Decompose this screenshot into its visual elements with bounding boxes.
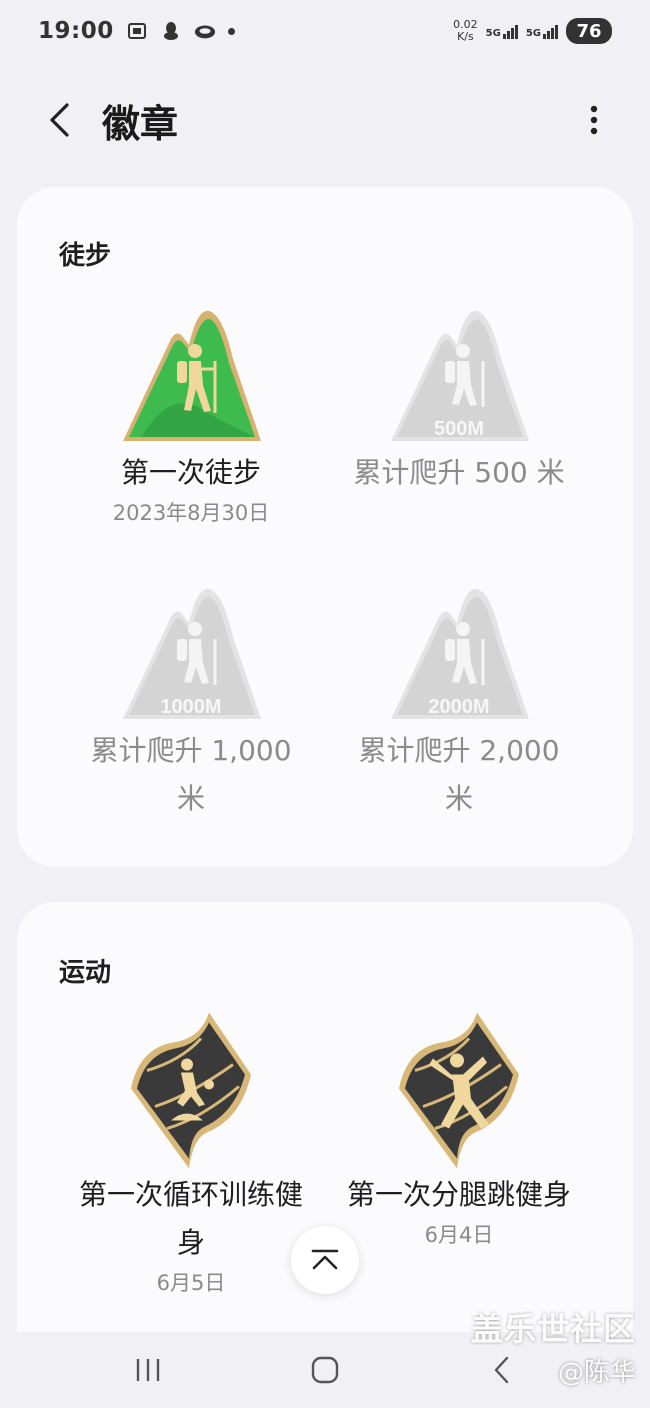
qq-icon xyxy=(160,20,182,42)
sim2-signal: 5G xyxy=(526,23,558,39)
back-arrow-icon xyxy=(494,1356,508,1384)
signal-bars-icon xyxy=(543,23,558,39)
chevron-up-icon xyxy=(311,1249,339,1270)
badge-name-line2: 米 xyxy=(176,782,205,815)
badge-name-line2: 米 xyxy=(444,782,473,815)
badge-first-split-jump[interactable]: 第一次分腿跳健身 6月4日 xyxy=(309,1006,609,1251)
hiking-badge-locked-icon: 1000M xyxy=(123,588,261,719)
badge-climb-1000[interactable]: 1000M 累计爬升 1,000 米 xyxy=(41,577,341,823)
badge-name: 累计爬升 500 米 xyxy=(353,456,565,489)
workout-badge-dark-icon xyxy=(399,1012,519,1169)
more-options-button[interactable] xyxy=(574,96,614,144)
badge-name-line1: 累计爬升 1,000 xyxy=(90,734,292,767)
badge-art-label: 500M xyxy=(434,418,484,440)
badge-name-line1: 第一次循环训练健 xyxy=(78,1178,303,1211)
page-title: 徽章 xyxy=(102,101,179,146)
badge-first-hike[interactable]: 第一次徒步 2023年8月30日 xyxy=(41,299,341,529)
badge-date: 2023年8月30日 xyxy=(112,501,270,525)
watermark-text: 盖乐世社区 xyxy=(470,1310,636,1348)
badge-art-label: 1000M xyxy=(160,696,221,718)
hiking-badge-green-icon xyxy=(123,310,261,441)
more-vertical-icon xyxy=(590,105,598,135)
screenshot-icon xyxy=(126,20,148,42)
net-speed-unit: K/s xyxy=(457,30,474,43)
hiking-badge-locked-icon: 500M xyxy=(391,310,529,441)
home-icon xyxy=(311,1356,339,1384)
badge-climb-500[interactable]: 500M 累计爬升 500 米 xyxy=(309,299,609,497)
hiking-badges-card: 徒步 第一次徒步 2023年8月30日 500M 累计爬升 500 米 1000… xyxy=(17,187,633,867)
app-header: 徽章 xyxy=(0,80,650,160)
badge-name: 第一次分腿跳健身 xyxy=(346,1178,571,1211)
home-button[interactable] xyxy=(290,1340,360,1400)
status-bar: 19:00 0.02 K/s 5G 5G 76 xyxy=(0,0,650,62)
recent-apps-button[interactable] xyxy=(113,1340,183,1400)
section-title-hiking: 徒步 xyxy=(59,241,112,271)
watermark-author: @陈华 xyxy=(557,1358,636,1388)
chevron-left-icon xyxy=(50,103,69,137)
recent-apps-icon xyxy=(137,1359,160,1381)
battery-indicator: 76 xyxy=(566,18,612,44)
back-button[interactable] xyxy=(36,96,84,144)
battery-level: 76 xyxy=(576,20,602,42)
badge-name-line1: 累计爬升 2,000 xyxy=(358,734,560,767)
sim1-signal: 5G xyxy=(486,23,518,39)
badge-climb-2000[interactable]: 2000M 累计爬升 2,000 米 xyxy=(309,577,609,823)
sim2-label: 5G xyxy=(525,28,541,39)
badge-name: 第一次徒步 xyxy=(120,456,261,489)
section-title-workout: 运动 xyxy=(59,958,112,988)
status-time: 19:00 xyxy=(38,18,114,44)
net-speed: 0.02 K/s xyxy=(453,19,478,43)
notification-dot-icon xyxy=(227,27,235,35)
sim1-label: 5G xyxy=(485,28,501,39)
signal-bars-icon xyxy=(502,23,518,39)
scroll-to-top-button[interactable] xyxy=(291,1226,359,1294)
cloud-icon xyxy=(194,20,216,42)
hiking-badge-locked-icon: 2000M xyxy=(391,588,529,719)
badge-art-label: 2000M xyxy=(428,696,489,718)
workout-badge-dark-icon xyxy=(131,1012,251,1169)
